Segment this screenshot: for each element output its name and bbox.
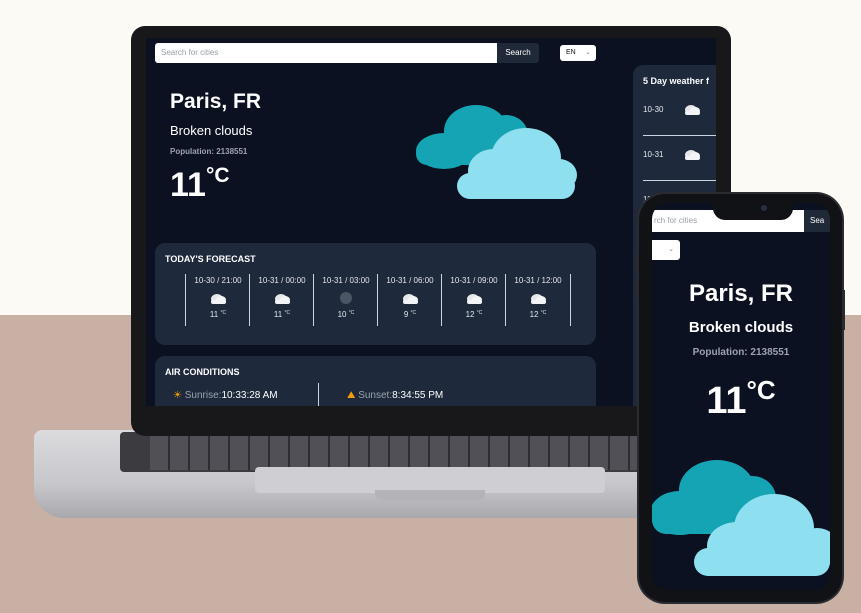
city-name: Paris, FR <box>688 280 794 307</box>
five-day-date: 10-30 <box>643 105 664 114</box>
broken-clouds-icon <box>685 105 700 115</box>
forecast-item: 10-30 / 21:00 11 °C <box>185 274 250 326</box>
air-conditions-card: AIR CONDITIONS ☀ Sunrise:10:33:28 AM ⛰ S… <box>155 356 596 406</box>
sunset-label: Sunset: <box>358 390 393 401</box>
sunset-value: 8:34:55 PM <box>392 390 444 401</box>
weather-description: Broken clouds <box>688 319 794 336</box>
todays-forecast-card: TODAY'S FORECAST 10-30 / 21:00 11 °C 10-… <box>155 243 596 345</box>
current-temperature: 11°C <box>706 375 776 422</box>
forecast-temp: 11 °C <box>273 310 291 319</box>
forecast-time: 10-30 / 21:00 <box>194 276 242 285</box>
forecast-time: 10-31 / 09:00 <box>450 276 498 285</box>
chevron-down-icon: ⌄ <box>668 246 674 253</box>
divider <box>318 383 319 406</box>
broken-clouds-icon <box>186 290 250 306</box>
five-day-row: 10-31 <box>643 136 716 181</box>
five-day-title: 5 Day weather f <box>643 76 710 86</box>
laptop-screen: Search for cities Search EN ⌄ Paris, FR … <box>146 38 716 406</box>
sunrise-icon: ☀ <box>173 390 182 401</box>
laptop-keyboard <box>150 436 710 470</box>
forecast-time: 10-31 / 12:00 <box>514 276 562 285</box>
broken-clouds-icon <box>652 458 830 590</box>
forecast-temp: 11 °C <box>209 310 227 319</box>
broken-clouds-icon <box>685 150 700 160</box>
chevron-down-icon: ⌄ <box>585 49 591 56</box>
broken-clouds-icon <box>442 290 506 306</box>
broken-clouds-icon <box>414 103 579 208</box>
sunrise-row: ☀ Sunrise:10:33:28 AM <box>173 390 278 401</box>
population-label: Population: 2138551 <box>170 147 248 156</box>
sunset-icon: ⛰ <box>347 390 356 401</box>
sunrise-value: 10:33:28 AM <box>221 390 278 401</box>
forecast-item: 10-31 / 12:00 12 °C <box>505 274 571 326</box>
forecast-item: 10-31 / 06:00 9 °C <box>377 274 442 326</box>
language-select[interactable]: EN ⌄ <box>560 45 596 61</box>
forecast-item: 10-31 / 09:00 12 °C <box>441 274 506 326</box>
weather-description: Broken clouds <box>170 123 253 138</box>
broken-clouds-icon <box>250 290 314 306</box>
forecast-temp: 12 °C <box>465 310 483 319</box>
forecast-temp: 12 °C <box>529 310 547 319</box>
phone-volume-button <box>636 280 639 302</box>
broken-clouds-icon <box>378 290 442 306</box>
forecast-time: 10-31 / 03:00 <box>322 276 370 285</box>
search-button[interactable]: Search <box>497 43 539 63</box>
five-day-row: 10-30 <box>643 91 716 136</box>
five-day-date: 10-31 <box>643 150 664 159</box>
forecast-item: 10-31 / 03:00 10 °C <box>313 274 378 326</box>
population-label: Population: 2138551 <box>692 347 790 358</box>
laptop-hinge-notch <box>375 490 485 500</box>
phone-notch <box>713 198 793 220</box>
language-value: EN <box>566 49 576 56</box>
air-conditions-title: AIR CONDITIONS <box>165 367 240 377</box>
phone-screen: rch for cities Sea ⌄ Paris, FR Broken cl… <box>652 203 830 590</box>
sunrise-label: Sunrise: <box>184 390 222 401</box>
search-button[interactable]: Sea <box>804 210 830 232</box>
forecast-temp: 9 °C <box>403 310 417 319</box>
city-name: Paris, FR <box>170 90 262 113</box>
sunset-row: ⛰ Sunset:8:34:55 PM <box>347 390 443 401</box>
overcast-icon <box>314 290 378 306</box>
phone-volume-button <box>636 250 639 272</box>
language-select[interactable]: ⌄ <box>652 240 680 260</box>
forecast-time: 10-31 / 00:00 <box>258 276 306 285</box>
camera-icon <box>761 205 767 211</box>
forecast-time: 10-31 / 06:00 <box>386 276 434 285</box>
search-input[interactable]: Search for cities <box>155 43 497 63</box>
current-temperature: 11°C <box>170 164 230 204</box>
broken-clouds-icon <box>506 290 570 306</box>
forecast-item: 10-31 / 00:00 11 °C <box>249 274 314 326</box>
forecast-temp: 10 °C <box>337 310 355 319</box>
phone-side-button <box>842 290 845 330</box>
todays-forecast-title: TODAY'S FORECAST <box>165 254 256 264</box>
